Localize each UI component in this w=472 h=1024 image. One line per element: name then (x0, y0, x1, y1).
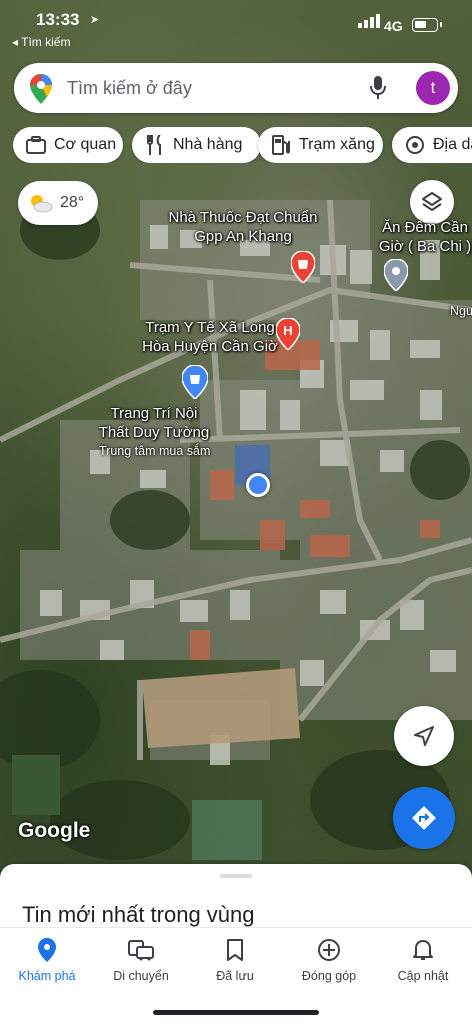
restaurant-icon (144, 134, 166, 156)
network-type: 4G (384, 18, 403, 34)
explore-pin-icon (0, 936, 94, 964)
poi-label-night-food[interactable]: Ăn Đêm Cần Giờ ( Ba Chi ) (370, 218, 472, 256)
poi-sublabel-shopping-center: Trung tâm mua sắm (99, 444, 211, 458)
nav-explore[interactable]: Khám phá (0, 936, 94, 983)
map-edge-label: Ngu (450, 304, 472, 318)
poi-label-health-station[interactable]: Trạm Y Tế Xã Long Hòa Huyện Cần Giờ (130, 318, 290, 356)
nav-updates[interactable]: Cập nhật (376, 936, 470, 983)
my-location-dot (246, 473, 270, 497)
signal-icon (358, 14, 380, 28)
partly-cloudy-icon (31, 195, 53, 213)
bookmark-icon (188, 936, 282, 964)
search-input[interactable]: Tìm kiếm ở đây (67, 78, 192, 99)
google-logo: Google (18, 819, 91, 842)
sheet-drag-handle[interactable] (220, 874, 252, 878)
weather-temperature: 28° (60, 194, 85, 211)
chip-label: Cơ quan (54, 136, 117, 153)
weather-chip[interactable]: 28° (18, 181, 98, 225)
bell-icon (376, 936, 470, 964)
add-circle-icon (282, 936, 376, 964)
chip-restaurant[interactable]: Nhà hàng (132, 127, 261, 163)
place-pin-icon[interactable] (384, 259, 408, 291)
nav-label: Đóng góp (301, 969, 357, 983)
chip-label: Trạm xăng (299, 136, 375, 153)
pharmacy-pin-icon[interactable] (291, 251, 315, 283)
nav-contribute[interactable]: Đóng góp (282, 936, 376, 983)
microphone-icon[interactable] (370, 76, 386, 100)
layers-icon (422, 192, 442, 211)
sheet-title: Tin mới nhất trong vùng (22, 902, 255, 927)
recenter-button[interactable] (394, 706, 454, 766)
briefcase-icon (25, 134, 47, 156)
back-to-app-link[interactable]: ◂ Tìm kiếm (12, 35, 70, 49)
poi-label-interior-store[interactable]: Trang Trí Nội Thất Duy Tường (94, 404, 214, 442)
google-maps-pin-icon (30, 74, 52, 104)
nav-label: Khám phá (18, 969, 76, 983)
nav-label: Cập nhật (397, 969, 449, 983)
poi-label-pharmacy[interactable]: Nhà Thuốc Đạt Chuẩn Gpp An Khang (158, 208, 328, 246)
navigation-arrow-icon (414, 726, 434, 746)
nav-label: Di chuyển (113, 969, 169, 983)
nav-commute[interactable]: Di chuyển (94, 936, 188, 983)
status-time: 13:33 (36, 10, 80, 29)
category-chips: Cơ quan Nhà hàng Trạm xăng Địa da (13, 127, 472, 163)
directions-icon (412, 806, 436, 830)
battery-icon (412, 18, 442, 32)
commute-icon (94, 936, 188, 964)
home-indicator[interactable] (153, 1010, 319, 1015)
location-arrow-icon: ➤ (90, 14, 100, 26)
nav-label: Đã lưu (216, 969, 254, 983)
gas-station-icon (270, 134, 292, 156)
chip-landmark[interactable]: Địa da (392, 127, 472, 163)
chip-office[interactable]: Cơ quan (13, 127, 123, 163)
landmark-icon (404, 134, 426, 156)
chip-gas-station[interactable]: Trạm xăng (258, 127, 383, 163)
hospital-pin-icon[interactable]: H (276, 318, 300, 350)
directions-button[interactable] (393, 787, 455, 849)
shopping-pin-icon[interactable] (182, 365, 208, 399)
chip-label: Địa da (433, 136, 472, 153)
chip-label: Nhà hàng (173, 136, 243, 153)
status-bar: 13:33 ➤ ◂ Tìm kiếm 4G (0, 0, 472, 54)
nav-saved[interactable]: Đã lưu (188, 936, 282, 983)
svg-text:H: H (283, 323, 292, 338)
account-avatar[interactable]: t (416, 71, 450, 105)
search-bar[interactable]: Tìm kiếm ở đây t (14, 63, 458, 113)
